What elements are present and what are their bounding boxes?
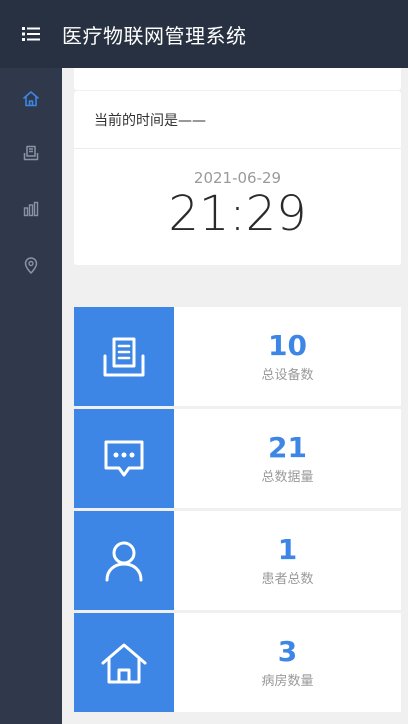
stat-icon-box: [74, 307, 174, 406]
sidebar-item-home[interactable]: [0, 78, 62, 118]
current-time: 21:29: [168, 186, 307, 242]
main-content: 当前的时间是—— 2021-06-29 21:29 10 总设备数 21 总数据…: [62, 68, 408, 724]
stat-value: 10: [268, 329, 307, 362]
device-book-icon: [103, 337, 145, 376]
stat-body: 10 总设备数: [174, 307, 401, 406]
stat-value: 21: [268, 431, 307, 464]
app-header: 医疗物联网管理系统: [0, 0, 408, 68]
list-menu-icon: [22, 27, 40, 41]
stat-label: 患者总数: [261, 572, 314, 587]
sidebar-item-location[interactable]: [0, 245, 62, 285]
stat-card-data[interactable]: 21 总数据量: [74, 409, 401, 508]
top-card: [74, 68, 401, 90]
stat-card-devices[interactable]: 10 总设备数: [74, 307, 401, 406]
menu-toggle-button[interactable]: [0, 0, 62, 68]
app-title: 医疗物联网管理系统: [62, 23, 247, 48]
sidebar: [0, 68, 62, 724]
stat-card-patients[interactable]: 1 患者总数: [74, 511, 401, 610]
stat-body: 1 患者总数: [174, 511, 401, 610]
home-icon: [23, 90, 39, 106]
stat-body: 21 总数据量: [174, 409, 401, 508]
time-card-heading: 当前的时间是——: [74, 91, 401, 149]
message-dots-icon: [104, 440, 144, 476]
stat-icon-box: [74, 409, 174, 508]
stat-icon-box: [74, 613, 174, 712]
bar-chart-icon: [23, 201, 39, 217]
stat-card-wards[interactable]: 3 病房数量: [74, 613, 401, 712]
location-pin-icon: [24, 256, 38, 274]
stat-icon-box: [74, 511, 174, 610]
current-time-card: 当前的时间是—— 2021-06-29 21:29: [74, 91, 401, 265]
stat-body: 3 病房数量: [174, 613, 401, 712]
stat-label: 总数据量: [261, 470, 314, 485]
stat-label: 病房数量: [261, 674, 314, 689]
house-icon: [101, 643, 147, 683]
book-icon: [23, 145, 39, 161]
stat-label: 总设备数: [261, 368, 314, 383]
user-icon: [105, 541, 143, 581]
current-date: 2021-06-29: [193, 169, 282, 187]
stat-value: 1: [277, 533, 298, 566]
sidebar-item-devices[interactable]: [0, 133, 62, 173]
sidebar-item-statistics[interactable]: [0, 189, 62, 229]
stat-value: 3: [277, 635, 298, 668]
